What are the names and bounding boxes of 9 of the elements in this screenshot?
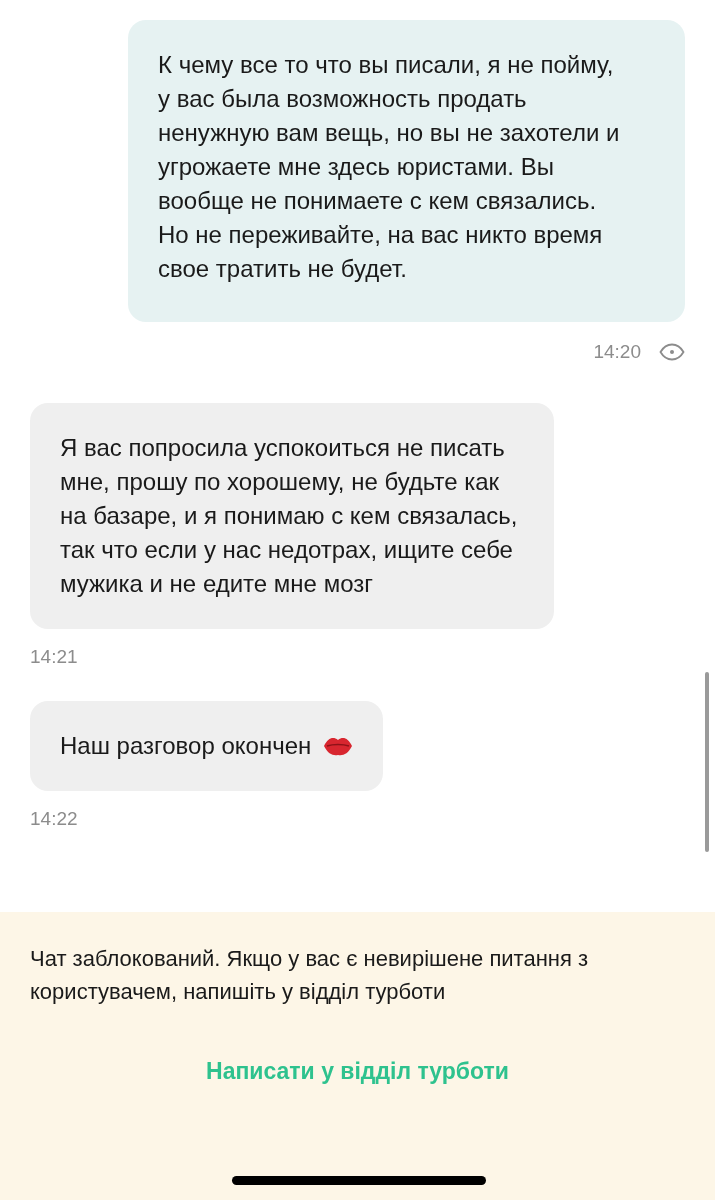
message-time: 14:22 [30,807,78,831]
message-text: Я вас попросила успокоиться не писать мне, прошу по хорошему, не будьте как на базаре, и я понимаю с кем связалась, так что если у нас недотрах, ищите себе мужика и не едите мне мозг [60,432,519,599]
blocked-notice-text: Чат заблокований. Якщо у вас є невирішене питання з користувачем, напишіть у відділ турботи [30,945,590,1006]
message-text: Наш разговор окончен [60,731,312,761]
message-time: 14:20 [593,340,641,364]
message-time: 14:21 [30,644,78,669]
message-text: К чему все то что вы писали, я не пойму, у вас была возможность продать ненужную вам вещь, но вы не захотели и угрожаете мне здесь юристами. Вы вообще не понимаете с кем связались. Но не переживайте, на вас никто время свое тратить не будет. [158,51,620,282]
lips-icon [323,735,354,757]
support-link[interactable]: Написати у відділ турботи [206,1054,509,1089]
